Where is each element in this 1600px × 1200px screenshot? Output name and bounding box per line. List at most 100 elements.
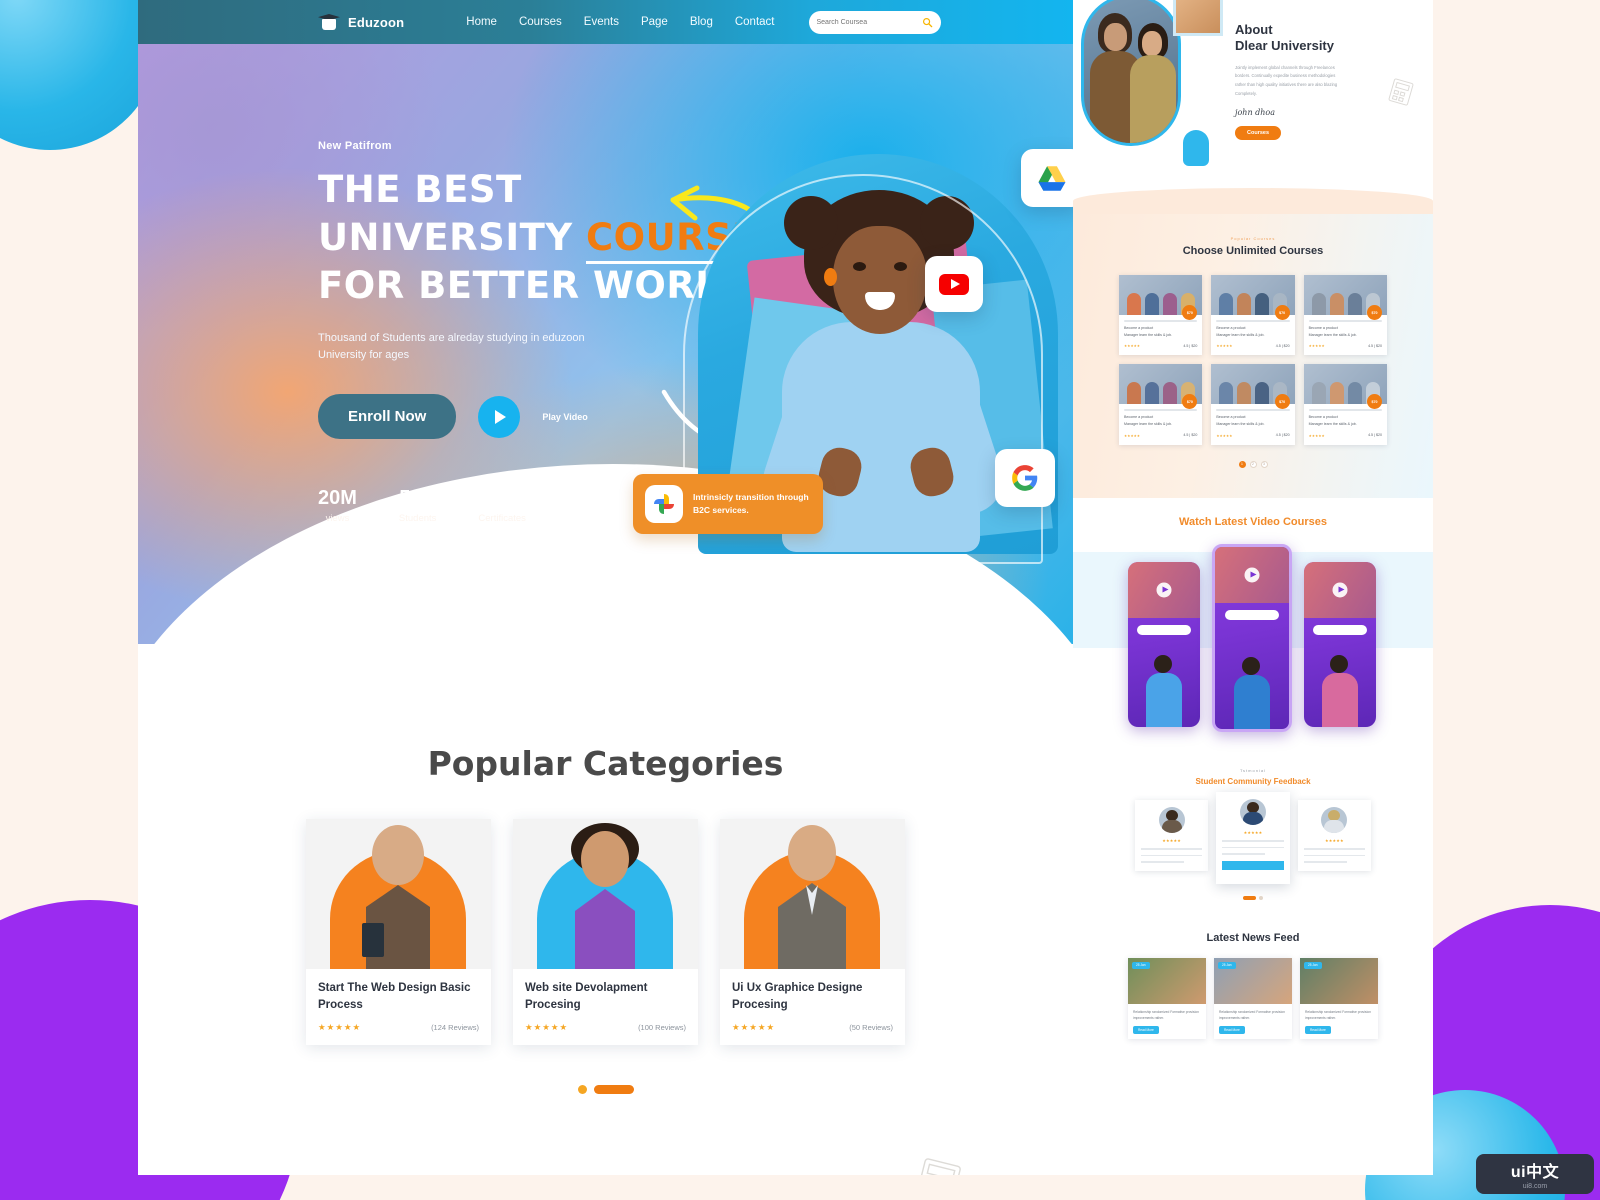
preview-news-card[interactable]: 25 Jan Relationship randomized Formative… [1300,957,1378,1040]
search-icon[interactable] [922,17,933,28]
preview-video-section: Watch Latest Video Courses [1073,497,1433,756]
preview-testimonial-card[interactable]: ★★★★★ [1135,799,1209,871]
category-meta: ★★★★★ (124 Reviews) [318,1022,479,1033]
nav-item-home[interactable]: Home [466,16,497,28]
hero-photo: Intrinsicly transition through B2C servi… [633,144,1073,564]
pagination-page-3[interactable]: 3 [1260,460,1268,468]
rating-stars: ★★★★★ [1216,433,1233,438]
avatar [1239,798,1266,825]
preview-course-card[interactable]: $70 Become a product Manager learn the s… [1303,364,1387,445]
preview-course-card[interactable]: $70 Become a product Manager learn the s… [1303,275,1387,356]
doodle-small-calculator-icon [1388,78,1414,106]
nav-item-courses[interactable]: Courses [519,16,562,28]
preview-about-text: About Dlear University Jointly implement… [1235,22,1395,140]
preview-course-footer: ★★★★★ 4.5 | $20 [1309,432,1382,439]
preview-news-card[interactable]: 25 Jan Relationship randomized Formative… [1128,957,1206,1040]
read-more-button[interactable]: Read More [1133,1026,1159,1035]
preview-testimonial-card[interactable]: ★★★★★ [1216,791,1290,884]
nav-item-contact[interactable]: Contact [735,16,775,28]
preview-course-text: Manager learn the skills & job. [1216,422,1265,427]
preview-course-card[interactable]: $70 Become a product Manager learn the s… [1119,364,1203,445]
preview-news-date-tag: 25 Jan [1218,961,1236,969]
categories-pagination [138,1084,1073,1094]
read-more-button[interactable]: Read More [1305,1026,1331,1035]
play-video-button[interactable] [478,395,521,438]
category-card[interactable]: Ui Ux Graphice Designe Procesing ★★★★★ (… [720,819,905,1045]
preview-course-meta: 4.5 | $20 [1368,343,1382,348]
preview-course-heading: Become a product [1308,415,1338,420]
enroll-now-button[interactable]: Enroll Now [318,394,457,440]
read-more-button[interactable]: Read More [1219,1026,1245,1035]
rating-stars: ★★★★★ [318,1021,362,1032]
nav-item-blog[interactable]: Blog [690,16,713,28]
search-input[interactable] [816,18,918,26]
preview-testimonial-eyebrow: Tstmonial [1240,767,1266,773]
pagination-page-1[interactable]: 1 [1238,460,1246,468]
review-count: (50 Reviews) [849,1022,893,1032]
preview-news-image: 25 Jan [1214,957,1292,1004]
preview-course-footer: ★★★★★ 4.5 | $20 [1309,343,1382,350]
preview-course-heading: Become a product [1216,326,1246,330]
preview-course-meta: 4.5 | $20 [1275,433,1290,438]
pagination-dot[interactable] [1259,895,1263,900]
category-card-body: Start The Web Design Basic Process ★★★★★… [306,969,491,1045]
preview-courses-button[interactable]: Courses [1235,125,1282,140]
pagination-dot[interactable] [577,1084,587,1094]
pagination-active-bar[interactable] [1243,895,1256,900]
category-title: Web site Devolapment Procesing [525,982,648,1012]
category-card[interactable]: Start The Web Design Basic Process ★★★★★… [306,819,491,1045]
rating-stars: ★★★★★ [1162,837,1182,843]
hero-section: New Patifrom THE BEST UNIVERSITY COURSES… [138,44,1073,644]
pagination-active-bar[interactable] [593,1084,634,1094]
preview-news-text: Relationship randomized Formative provis… [1305,1009,1371,1020]
google-drive-icon[interactable] [1021,149,1073,207]
stat-label: views [325,513,350,525]
preview-course-meta: 4.5 | $20 [1275,343,1290,348]
nav-item-events[interactable]: Events [584,16,619,28]
watermark-url: ui8.com [1522,1183,1548,1190]
brand-name: Eduzoon [348,14,405,30]
play-icon[interactable] [1332,582,1348,598]
preview-course-card[interactable]: $70 Become a product Manager learn the s… [1211,275,1295,356]
preview-course-body: Become a product Manager learn the skill… [1211,404,1294,444]
preview-phone-center[interactable] [1212,543,1292,732]
category-card[interactable]: Web site Devolapment Procesing ★★★★★ (10… [513,819,698,1045]
preview-testimonial-band [1222,860,1284,870]
preview-course-body: Become a product Manager learn the skill… [1304,315,1387,355]
preview-course-card[interactable]: $70 Become a product Manager learn the s… [1211,364,1295,445]
preview-course-card[interactable]: $70 Become a product Manager learn the s… [1119,275,1203,356]
rating-stars: ★★★★★ [525,1021,569,1032]
stat-value: 6K [489,487,515,510]
preview-phone-left[interactable] [1128,561,1200,727]
preview-phone-figure [1142,654,1186,727]
brand-logo[interactable]: Eduzoon [318,14,404,30]
play-icon[interactable] [1244,567,1260,583]
preview-course-body: Become a product Manager learn the skill… [1119,315,1202,355]
youtube-icon[interactable] [925,256,983,312]
preview-news-card[interactable]: 25 Jan Relationship randomized Formative… [1214,957,1292,1040]
preview-testimonial-card[interactable]: ★★★★★ [1297,799,1371,871]
graduation-cap-icon [318,14,340,30]
preview-news-title: Latest News Feed [1206,931,1300,944]
search-box[interactable] [808,10,941,34]
preview-course-heading: Become a product [1308,326,1338,330]
play-icon[interactable] [1156,582,1172,598]
pagination-page-2[interactable]: 2 [1249,460,1257,468]
preview-course-footer: ★★★★★ 4.5 | $20 [1124,432,1197,439]
google-icon[interactable] [995,449,1055,507]
preview-news-date-tag: 25 Jan [1132,961,1150,969]
stat-value: 50K [399,487,436,510]
hero-tooltip-card: Intrinsicly transition through B2C servi… [633,474,823,534]
preview-courses-section: Popular Courses Choose Unlimited Courses… [1073,214,1433,498]
avatar [1321,806,1348,833]
preview-course-meta: 4.5 | $20 [1368,433,1382,438]
preview-course-body: Become a product Manager learn the skill… [1119,404,1202,444]
preview-phone-right[interactable] [1304,561,1376,727]
category-card-body: Web site Devolapment Procesing ★★★★★ (10… [513,969,698,1045]
preview-phone-label [1313,624,1367,635]
preview-course-text: Manager learn the skills & job. [1124,332,1173,337]
preview-news-image: 25 Jan [1128,957,1206,1004]
category-image [513,819,698,969]
stat-students: 50K Students [399,487,437,524]
nav-item-page[interactable]: Page [641,16,668,28]
